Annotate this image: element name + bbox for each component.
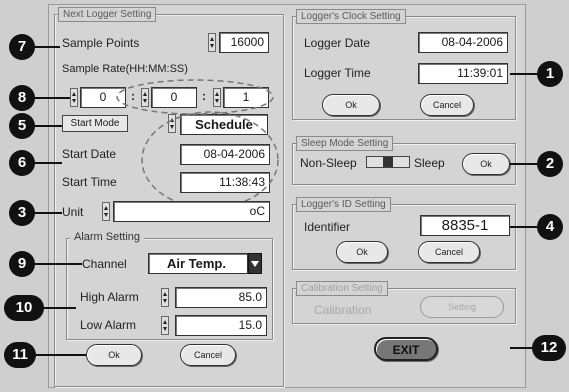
next-logger-cancel-button[interactable]: Cancel [180,344,236,366]
non-sleep-label: Non-Sleep [300,156,357,170]
sleep-label: Sleep [414,156,445,170]
high-alarm-field[interactable]: 85.0 [175,287,267,308]
sleep-panel-title: Sleep Mode Setting [296,136,394,151]
callout-marker-1: 1 [537,61,563,87]
low-alarm-label: Low Alarm [80,318,137,332]
high-alarm-label: High Alarm [80,290,139,304]
callout-marker-10: 10 [4,295,44,321]
callout-marker-6: 6 [9,150,35,176]
logger-date-field[interactable]: 08-04-2006 [418,32,508,53]
unit-field[interactable]: oC [113,201,270,222]
callout-marker-11: 11 [4,342,36,368]
sleep-toggle[interactable] [366,156,410,168]
calibration-panel-title: Calibration Setting [296,281,388,296]
logger-id-panel-title: Logger's ID Setting [296,197,391,212]
callout-marker-2: 2 [537,151,563,177]
unit-stepper[interactable] [102,202,110,221]
callout-marker-7: 7 [9,34,35,60]
logger-time-field[interactable]: 11:39:01 [418,63,508,84]
channel-label: Channel [82,257,127,271]
identifier-field[interactable]: 8835-1 [420,215,510,236]
sleep-toggle-thumb[interactable] [383,157,393,167]
callout-marker-9: 9 [9,251,35,277]
logger-id-panel: Logger's ID Setting [292,197,516,270]
alarm-panel-title: Alarm Setting [70,231,145,244]
logger-id-cancel-button[interactable]: Cancel [418,241,480,263]
unit-label: Unit [62,205,84,219]
callout-marker-3: 3 [9,200,35,226]
highlight-ellipse-rate [116,79,274,115]
next-logger-ok-button[interactable]: Ok [86,344,142,366]
logger-date-label: Logger Date [304,36,371,50]
low-alarm-field[interactable]: 15.0 [175,315,267,336]
callout-marker-8: 8 [9,85,35,111]
clock-panel-title: Logger's Clock Setting [296,9,406,24]
high-alarm-stepper[interactable] [161,288,169,307]
clock-ok-button[interactable]: Ok [322,94,380,116]
callout-marker-5: 5 [9,113,35,139]
channel-select[interactable]: Air Temp. [148,253,248,274]
exit-button[interactable]: EXIT [374,337,438,361]
low-alarm-stepper[interactable] [161,316,169,335]
chevron-down-icon[interactable] [248,253,262,274]
sleep-ok-button[interactable]: Ok [462,153,510,175]
clock-cancel-button[interactable]: Cancel [420,94,474,116]
callout-marker-4: 4 [537,214,563,240]
logger-id-ok-button[interactable]: Ok [336,241,388,263]
calibration-label: Calibration [314,303,372,317]
callout-marker-12: 12 [532,335,566,361]
logger-time-label: Logger Time [304,66,371,80]
calibration-setting-button[interactable]: Setting [420,296,504,318]
identifier-label: Identifier [304,220,351,234]
highlight-ellipse-start [141,111,279,209]
